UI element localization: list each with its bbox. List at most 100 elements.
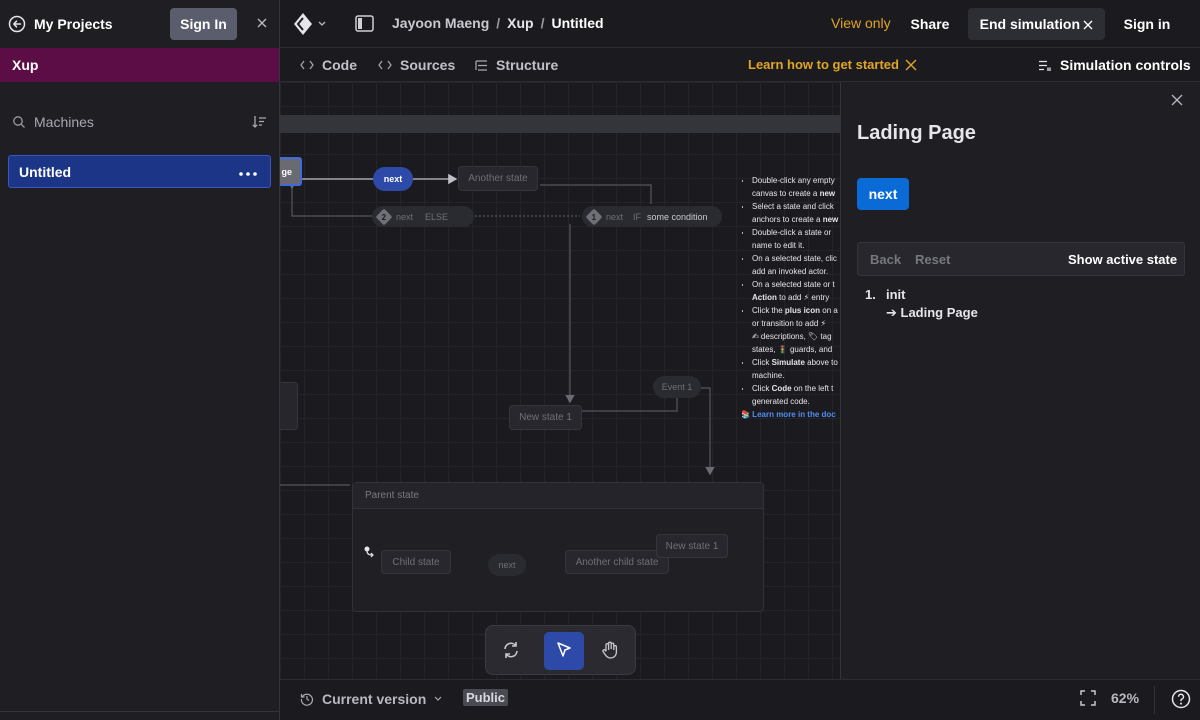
initial-state-icon — [364, 546, 374, 558]
guarded-transition-if[interactable]: 1 next IF some condition — [582, 206, 722, 227]
hand-icon — [602, 641, 618, 659]
simulation-controls-button[interactable]: Simulation controls — [1038, 56, 1191, 74]
machine-options-button[interactable] — [237, 164, 259, 180]
sidebar-sign-in-button[interactable]: Sign In — [170, 8, 237, 40]
guard-keyword: ELSE — [425, 211, 449, 222]
chevron-down-icon — [318, 21, 326, 26]
sidebar-divider — [0, 711, 279, 712]
tab-label: Structure — [496, 57, 559, 73]
tab-sources[interactable]: Sources — [378, 56, 455, 74]
sign-in-button[interactable]: Sign in — [1118, 8, 1176, 40]
tab-label: Code — [322, 57, 357, 73]
sidebar: My Projects Sign In Xup Machines Untitle… — [0, 0, 280, 720]
version-label: Current version — [322, 691, 427, 707]
cursor-pointer-icon — [557, 641, 571, 657]
guard-event: next — [396, 211, 414, 222]
reset-button[interactable]: Reset — [915, 251, 950, 267]
end-simulation-close-button[interactable] — [1082, 18, 1094, 30]
project-name-bar: Xup — [0, 48, 279, 82]
refresh-icon — [504, 641, 518, 658]
breadcrumb-owner[interactable]: Jayoon Maeng — [392, 15, 489, 33]
stately-logo-icon — [294, 13, 312, 35]
list-controls-icon — [1039, 60, 1051, 71]
code-icon — [378, 60, 392, 70]
tab-structure[interactable]: Structure — [475, 56, 558, 74]
breadcrumb-project[interactable]: Xup — [507, 15, 533, 33]
close-icon — [1171, 94, 1183, 106]
simulation-panel: Lading Page next Back Reset Show active … — [840, 82, 1200, 679]
offscreen-state[interactable] — [280, 382, 298, 430]
breadcrumb-separator: / — [540, 15, 545, 31]
more-horizontal-icon — [239, 171, 257, 176]
fullscreen-icon — [1080, 690, 1096, 706]
state-new-state-1-child[interactable]: New state 1 — [656, 534, 728, 558]
help-item: Select a state and clickanchors to creat… — [752, 200, 840, 226]
history-icon — [300, 693, 314, 706]
pan-tool-button[interactable] — [590, 632, 630, 670]
child-event-pill[interactable]: next — [488, 554, 526, 576]
canvas-help-notes: Double-click any emptycanvas to create a… — [742, 174, 840, 424]
machines-search-label: Machines — [34, 114, 94, 130]
history-event: init — [886, 287, 906, 302]
guard-order-badge: 1 — [585, 208, 603, 225]
toggle-sidebar-button[interactable] — [354, 15, 374, 33]
logo-menu-button[interactable] — [292, 12, 330, 36]
state-another-child-state[interactable]: Another child state — [565, 550, 669, 574]
top-bar: Jayoon Maeng / Xup / Untitled View only … — [280, 0, 1200, 48]
chevron-down-icon — [434, 696, 442, 701]
history-toolbar: Back Reset Show active state — [857, 242, 1185, 276]
active-state-node[interactable]: ge — [280, 157, 302, 186]
code-icon — [300, 60, 314, 70]
select-tool-button[interactable] — [544, 632, 584, 670]
version-selector[interactable]: Current version — [300, 690, 442, 708]
event-next-active[interactable]: next — [373, 167, 413, 191]
panel-tab-bar: Code Sources Structure Learn how to get … — [280, 48, 1200, 82]
state-machine-canvas[interactable]: ge next Another state 2 next ELSE 1 next… — [280, 82, 840, 679]
tab-code[interactable]: Code — [300, 56, 357, 74]
back-button[interactable]: Back — [870, 251, 901, 267]
history-target-state: ➔ Lading Page — [886, 305, 978, 320]
help-icon — [1171, 689, 1191, 709]
share-button[interactable]: Share — [904, 8, 956, 40]
close-sidebar-button[interactable] — [254, 16, 270, 32]
help-item: Click Code on the left tgenerated code. — [752, 382, 840, 408]
close-icon — [1083, 20, 1093, 30]
parent-state-header: Parent state — [353, 483, 763, 509]
help-item: Click the plus icon on aor transition to… — [752, 304, 840, 356]
show-active-state-button[interactable]: Show active state — [1068, 251, 1177, 267]
event-next-button[interactable]: next — [857, 178, 909, 210]
state-child-state[interactable]: Child state — [381, 550, 451, 574]
learn-more-docs-link[interactable]: 📚 Learn more in the doc — [742, 408, 840, 421]
event-history-list: 1. init ➔ Lading Page — [865, 287, 1165, 327]
dismiss-learn-button[interactable] — [905, 59, 917, 71]
bottom-bar: Current version Public 62% — [280, 679, 1200, 720]
close-panel-button[interactable] — [1171, 94, 1183, 106]
reset-layout-button[interactable] — [492, 632, 530, 670]
breadcrumb: Jayoon Maeng / Xup / Untitled — [392, 15, 604, 33]
breadcrumb-machine[interactable]: Untitled — [551, 15, 603, 33]
sidebar-header: My Projects Sign In — [0, 0, 279, 48]
state-another-state[interactable]: Another state — [458, 166, 538, 191]
state-new-state-1[interactable]: New state 1 — [509, 405, 582, 430]
divider — [1154, 686, 1155, 714]
current-state-title: Lading Page — [857, 122, 976, 144]
guarded-transition-else[interactable]: 2 next ELSE — [372, 206, 474, 227]
event-1-pill[interactable]: Event 1 — [653, 376, 701, 398]
zoom-level[interactable]: 62% — [1111, 690, 1139, 706]
machines-search[interactable]: Machines — [12, 114, 268, 130]
breadcrumb-separator: / — [496, 15, 501, 31]
my-projects-button[interactable]: My Projects — [8, 12, 113, 36]
parent-state-label: Parent state — [365, 490, 419, 501]
sort-button[interactable] — [251, 114, 267, 130]
tab-label: Sources — [400, 57, 456, 73]
learn-banner-link[interactable]: Learn how to get started — [748, 57, 899, 72]
sidebar-panel-icon — [354, 15, 374, 32]
machine-item-untitled[interactable]: Untitled — [8, 155, 271, 188]
help-item: Double-click any emptycanvas to create a… — [752, 174, 840, 200]
fit-to-view-button[interactable] — [1080, 690, 1096, 706]
help-button[interactable] — [1171, 689, 1191, 709]
structure-icon — [475, 59, 487, 71]
guard-event: next — [606, 211, 624, 222]
end-simulation-button[interactable]: End simulation — [968, 8, 1080, 40]
view-only-label: View only — [831, 15, 891, 31]
